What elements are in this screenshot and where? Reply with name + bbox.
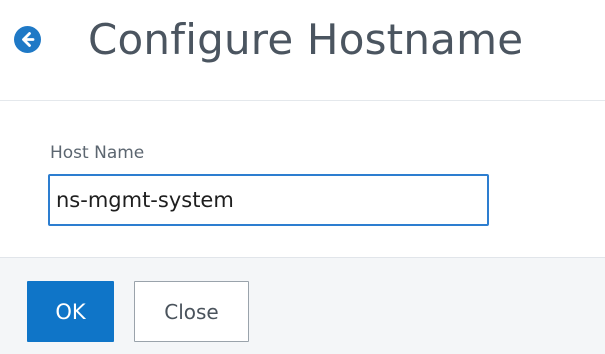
hostname-form-card: Host Name OK Close xyxy=(0,100,605,354)
back-button[interactable] xyxy=(14,26,41,53)
page-header: Configure Hostname xyxy=(0,0,605,92)
close-button[interactable]: Close xyxy=(134,281,249,342)
configure-hostname-page: Configure Hostname Host Name OK Close xyxy=(0,0,605,354)
form-footer: OK Close xyxy=(0,257,605,354)
hostname-label: Host Name xyxy=(50,143,145,163)
form-body: Host Name xyxy=(0,101,605,255)
page-title: Configure Hostname xyxy=(88,15,524,64)
arrow-left-circle-icon xyxy=(22,32,35,47)
ok-button[interactable]: OK xyxy=(27,281,114,342)
hostname-input[interactable] xyxy=(48,174,489,226)
